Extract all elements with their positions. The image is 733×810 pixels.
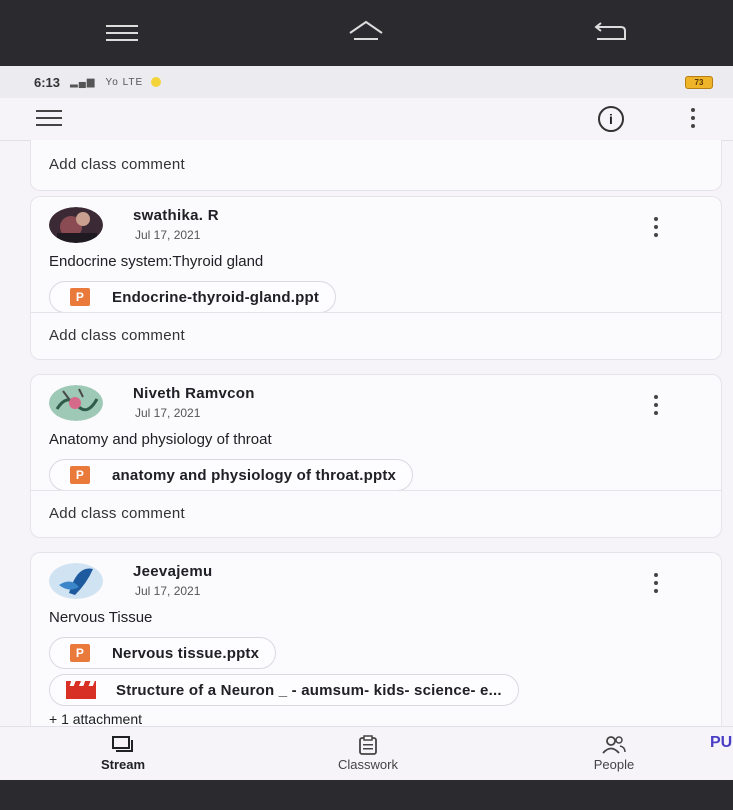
- video-icon: [66, 681, 96, 699]
- battery-icon: 73: [685, 76, 713, 89]
- edge-text: PU: [710, 734, 733, 751]
- info-icon[interactable]: i: [598, 106, 624, 132]
- network-label: Yo LTE: [105, 76, 144, 88]
- people-icon: [574, 735, 654, 755]
- app-bar: i: [0, 98, 733, 141]
- menu-icon[interactable]: [36, 110, 62, 131]
- attachment-name: anatomy and physiology of throat.pptx: [112, 466, 397, 484]
- post-card: Add class comment: [30, 140, 722, 191]
- post-menu-icon[interactable]: [653, 573, 658, 597]
- classwork-icon: [318, 735, 418, 755]
- post-menu-icon[interactable]: [653, 217, 658, 241]
- post-date: Jul 17, 2021: [135, 228, 201, 242]
- add-class-comment[interactable]: Add class comment: [31, 490, 721, 537]
- add-class-comment[interactable]: Add class comment: [31, 312, 721, 359]
- attachment-name: Structure of a Neuron _ - aumsum- kids- …: [116, 681, 502, 699]
- avatar[interactable]: [49, 385, 103, 421]
- back-icon[interactable]: [581, 13, 641, 53]
- notification-dot-icon: [151, 77, 162, 87]
- post-date: Jul 17, 2021: [135, 406, 201, 420]
- tab-classwork[interactable]: Classwork: [318, 735, 418, 772]
- post-title: Anatomy and physiology of throat: [49, 431, 272, 448]
- bottom-navigation: Stream Classwork People: [0, 726, 733, 781]
- attachment-name: Nervous tissue.pptx: [112, 644, 260, 662]
- attachment-chip[interactable]: P Nervous tissue.pptx: [49, 637, 277, 669]
- post-card: Niveth Ramvcon Jul 17, 2021 Anatomy and …: [30, 374, 722, 538]
- ppt-icon: P: [70, 466, 90, 484]
- more-attachments-link[interactable]: + 1 attachment: [49, 711, 142, 727]
- stream-icon: [88, 735, 158, 755]
- tab-people[interactable]: People: [574, 735, 654, 772]
- overflow-menu-icon[interactable]: [690, 108, 696, 132]
- attachment-chip[interactable]: P anatomy and physiology of throat.pptx: [49, 459, 414, 491]
- post-date: Jul 17, 2021: [135, 584, 201, 598]
- attachment-chip[interactable]: P Endocrine-thyroid-gland.ppt: [49, 281, 337, 313]
- tab-stream[interactable]: Stream: [88, 735, 158, 772]
- status-time: 6:13: [34, 74, 61, 90]
- avatar[interactable]: [49, 563, 103, 599]
- system-nav-bar: [0, 0, 733, 66]
- home-icon[interactable]: [336, 13, 396, 53]
- post-author: Jeevajemu: [133, 563, 213, 580]
- status-bar: 6:13 ▂▄▆ Yo LTE 73: [0, 66, 733, 98]
- post-author: Niveth Ramvcon: [133, 385, 255, 402]
- post-card: swathika. R Jul 17, 2021 Endocrine syste…: [30, 196, 722, 360]
- tab-people-label: People: [593, 757, 635, 772]
- tab-classwork-label: Classwork: [338, 757, 398, 772]
- post-menu-icon[interactable]: [653, 395, 658, 419]
- ppt-icon: P: [70, 644, 90, 662]
- add-class-comment[interactable]: Add class comment: [31, 140, 721, 190]
- post-card: Jeevajemu Jul 17, 2021 Nervous Tissue P …: [30, 552, 722, 743]
- ppt-icon: P: [70, 288, 90, 306]
- signal-icon: ▂▄▆: [70, 76, 96, 88]
- attachment-chip[interactable]: Structure of a Neuron _ - aumsum- kids- …: [49, 674, 519, 706]
- post-author: swathika. R: [133, 207, 219, 224]
- recent-apps-icon[interactable]: [92, 13, 152, 53]
- tab-stream-label: Stream: [100, 757, 146, 772]
- bottom-system-bar: [0, 780, 733, 810]
- post-title: Endocrine system:Thyroid gland: [49, 253, 264, 270]
- post-title: Nervous Tissue: [49, 609, 153, 626]
- attachment-name: Endocrine-thyroid-gland.ppt: [112, 288, 320, 306]
- avatar[interactable]: [49, 207, 103, 243]
